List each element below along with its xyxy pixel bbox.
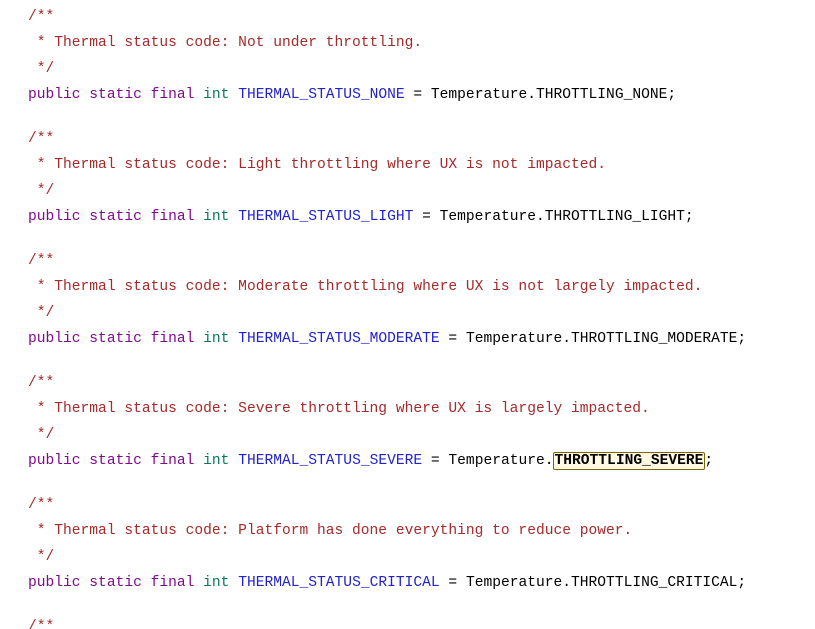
comment-body-line: * Thermal status code: Severe throttling… [0, 396, 815, 422]
comment-text: */ [28, 549, 55, 565]
value-token: Temperature.THROTTLING_NONE; [430, 87, 677, 103]
type-token: int [203, 453, 230, 469]
code-block-thermal-status-severe: /** * Thermal status code: Severe thrott… [0, 370, 815, 474]
assign-token: = [413, 209, 440, 225]
declaration-line: public static final int THERMAL_STATUS_L… [0, 204, 815, 230]
code-block-thermal-status-critical: /** * Thermal status code: Platform has … [0, 492, 815, 596]
comment-text: */ [28, 183, 55, 199]
code-block-thermal-status-light: /** * Thermal status code: Light throttl… [0, 126, 815, 230]
constant-token: THERMAL_STATUS_MODERATE [238, 331, 440, 347]
declaration-line: public static final int THERMAL_STATUS_N… [0, 82, 815, 108]
comment-text: /** [28, 497, 55, 513]
comment-close-line: */ [0, 56, 815, 82]
comment-text: /** [28, 253, 55, 269]
modifiers-token: public static final [28, 209, 195, 225]
comment-body-line: * Thermal status code: Not under throttl… [0, 30, 815, 56]
comment-body-line: * Thermal status code: Platform has done… [0, 518, 815, 544]
modifiers-token: public static final [28, 575, 195, 591]
code-block-thermal-status-none: /** * Thermal status code: Not under thr… [0, 4, 815, 108]
comment-text: */ [28, 427, 55, 443]
assign-token: = [404, 87, 431, 103]
comment-open-line: /** [0, 248, 815, 274]
block-separator [0, 230, 815, 248]
modifiers-token: public static final [28, 331, 195, 347]
comment-body-line: * Thermal status code: Moderate throttli… [0, 274, 815, 300]
comment-open-line: /** [0, 4, 815, 30]
block-separator [0, 352, 815, 370]
comment-text: */ [28, 305, 55, 321]
comment-open-line: /** [0, 370, 815, 396]
assign-token: = [439, 575, 466, 591]
code-block-thermal-status-moderate: /** * Thermal status code: Moderate thro… [0, 248, 815, 352]
comment-text: /** [28, 375, 55, 391]
comment-open-line: /** [0, 492, 815, 518]
block-separator [0, 474, 815, 492]
value-suffix-token: ; [704, 453, 714, 469]
type-token: int [203, 575, 230, 591]
constant-token: THERMAL_STATUS_NONE [238, 87, 405, 103]
comment-close-line: */ [0, 544, 815, 570]
value-token: Temperature.THROTTLING_LIGHT; [439, 209, 694, 225]
comment-open-line: /** [0, 614, 815, 629]
declaration-line: public static final int THERMAL_STATUS_M… [0, 326, 815, 352]
comment-open-line: /** [0, 126, 815, 152]
value-prefix-token: Temperature. [448, 453, 554, 469]
type-token: int [203, 87, 230, 103]
highlighted-token[interactable]: THROTTLING_SEVERE [552, 452, 706, 470]
type-token: int [203, 331, 230, 347]
comment-text: * Thermal status code: Platform has done… [28, 523, 633, 539]
comment-close-line: */ [0, 422, 815, 448]
value-token: Temperature.THROTTLING_CRITICAL; [465, 575, 747, 591]
comment-body-line: * Thermal status code: Light throttling … [0, 152, 815, 178]
block-separator [0, 108, 815, 126]
comment-text: /** [28, 619, 55, 629]
type-token: int [203, 209, 230, 225]
comment-close-line: */ [0, 178, 815, 204]
comment-text: /** [28, 9, 55, 25]
modifiers-token: public static final [28, 87, 195, 103]
declaration-line: public static final int THERMAL_STATUS_C… [0, 570, 815, 596]
code-block-thermal-status-emergency: /** * Thermal status code: Key component… [0, 614, 815, 629]
comment-close-line: */ [0, 300, 815, 326]
assign-token: = [439, 331, 466, 347]
value-token: Temperature.THROTTLING_MODERATE; [465, 331, 747, 347]
constant-token: THERMAL_STATUS_LIGHT [238, 209, 414, 225]
comment-text: * Thermal status code: Severe throttling… [28, 401, 650, 417]
modifiers-token: public static final [28, 453, 195, 469]
assign-token: = [422, 453, 449, 469]
declaration-line: public static final int THERMAL_STATUS_S… [0, 448, 815, 474]
comment-text: * Thermal status code: Not under throttl… [28, 35, 423, 51]
constant-token: THERMAL_STATUS_SEVERE [238, 453, 423, 469]
comment-text: * Thermal status code: Moderate throttli… [28, 279, 703, 295]
block-separator [0, 596, 815, 614]
comment-text: */ [28, 61, 55, 77]
comment-text: /** [28, 131, 55, 147]
constant-token: THERMAL_STATUS_CRITICAL [238, 575, 440, 591]
code-view[interactable]: /** * Thermal status code: Not under thr… [0, 0, 815, 629]
comment-text: * Thermal status code: Light throttling … [28, 157, 607, 173]
